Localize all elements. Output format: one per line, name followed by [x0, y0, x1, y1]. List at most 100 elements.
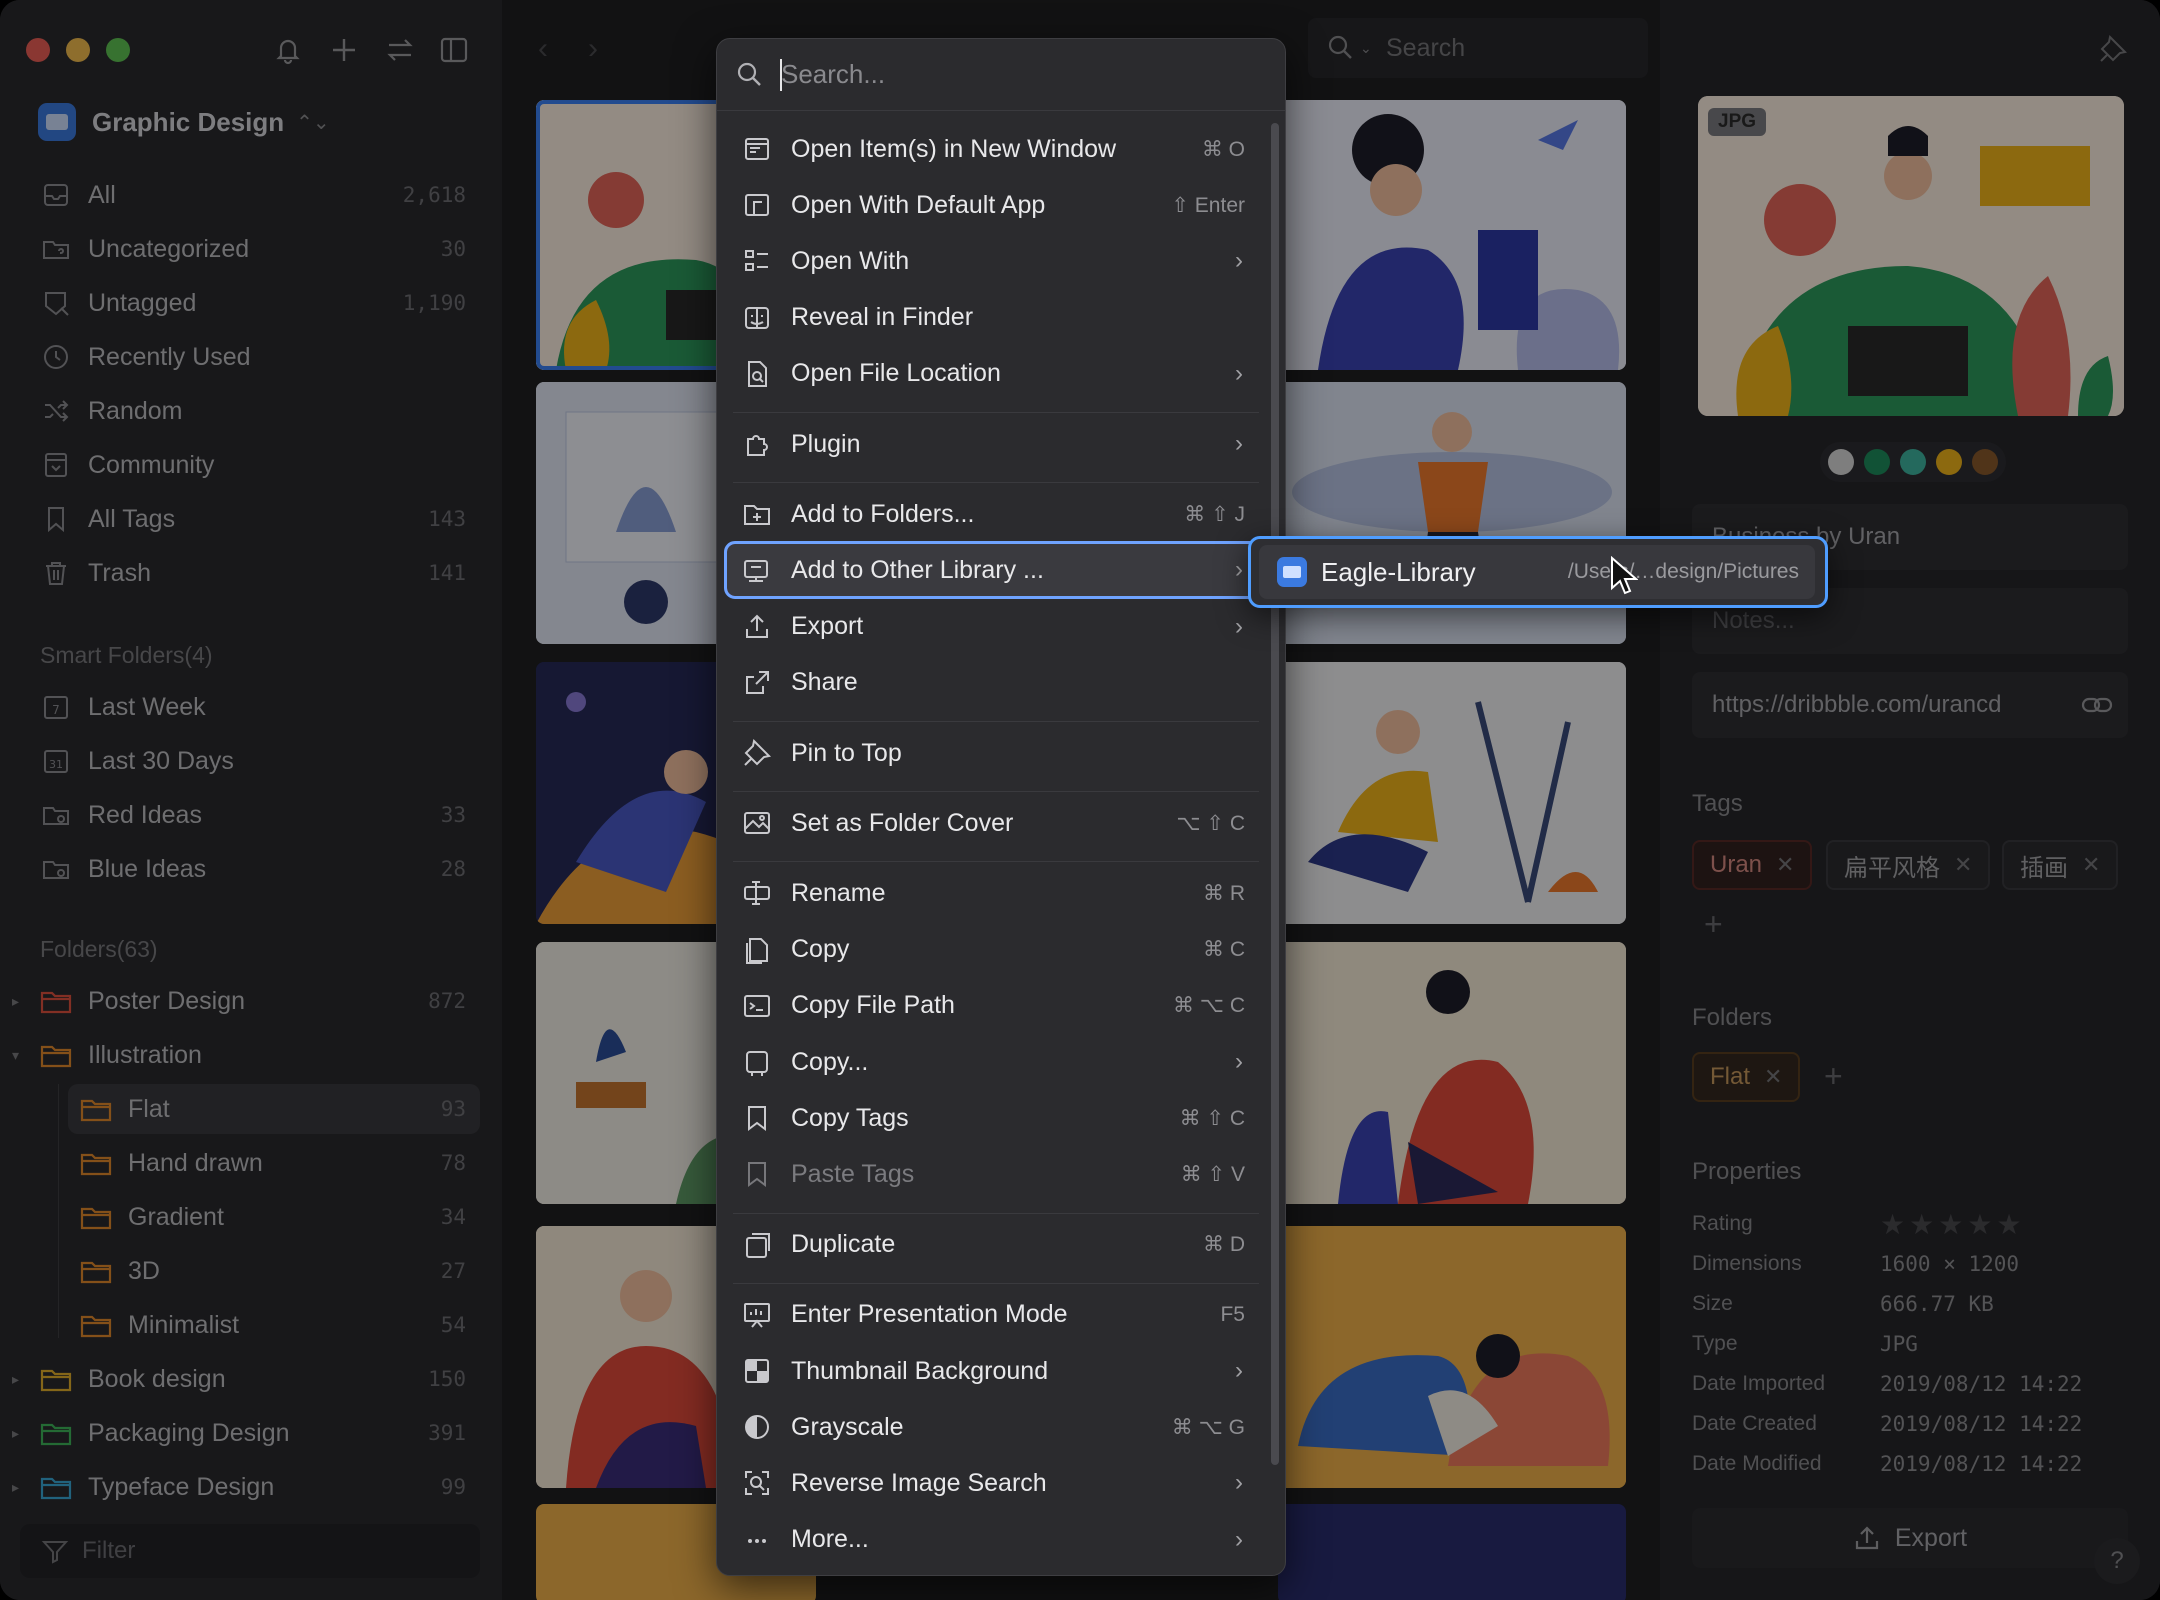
menu-item-rename[interactable]: Rename ⌘ R — [727, 867, 1261, 919]
menu-item-shortcut: ⌘ ⌥ G — [1171, 1415, 1245, 1439]
menu-item-shortcut: ⌘ O — [1201, 137, 1245, 161]
library-add-icon — [741, 554, 773, 586]
menu-separator — [733, 721, 1259, 722]
menu-item-reverse-image-search[interactable]: Reverse Image Search › — [727, 1457, 1261, 1509]
image-cover-icon — [741, 807, 773, 839]
submenu-item-eagle-library[interactable]: Eagle-Library /Users/…design/Pictures — [1259, 545, 1815, 599]
menu-item-shortcut: ⌘ ⌥ C — [1172, 994, 1245, 1018]
menu-item-label: Pin to Top — [791, 738, 902, 767]
finder-icon — [741, 302, 773, 334]
menu-item-label: Rename — [791, 878, 886, 907]
menu-item-label: Paste Tags — [791, 1159, 915, 1188]
menu-item-pin-to-top[interactable]: Pin to Top — [727, 727, 1261, 779]
menu-item-label: Duplicate — [791, 1230, 896, 1259]
menu-item-set-as-folder-cover[interactable]: Set as Folder Cover ⌥ ⇧ C — [727, 797, 1261, 849]
copy-more-icon — [741, 1046, 773, 1078]
menu-item-shortcut: ⌘ R — [1203, 881, 1245, 905]
menu-item-open-with-default-app[interactable]: Open With Default App ⇧ Enter — [727, 179, 1261, 231]
menu-item-duplicate[interactable]: Duplicate ⌘ D — [727, 1219, 1261, 1271]
pin-icon — [741, 737, 773, 769]
window-icon — [741, 133, 773, 165]
menu-item-label: Copy — [791, 935, 850, 964]
chevron-right-icon: › — [1235, 1525, 1243, 1553]
chevron-right-icon: › — [1235, 556, 1243, 584]
context-menu-search[interactable]: Search... — [717, 39, 1285, 111]
open-app-icon — [741, 189, 773, 221]
menu-item-shortcut: ⌘ ⇧ J — [1184, 502, 1245, 526]
menu-item-shortcut: ⇧ Enter — [1171, 193, 1245, 217]
menu-item-label: More... — [791, 1525, 869, 1554]
app-window: Graphic Design ⌃⌄ All 2,618 Uncategorize… — [0, 0, 2160, 1600]
export-icon — [741, 611, 773, 643]
menu-separator — [733, 412, 1259, 413]
menu-item-add-to-other-library[interactable]: Add to Other Library ... › — [724, 541, 1264, 600]
menu-item-share[interactable]: Share — [727, 657, 1261, 709]
menu-separator — [733, 1282, 1259, 1284]
menu-item-more[interactable]: More... › — [727, 1514, 1261, 1566]
chevron-right-icon: › — [1235, 1357, 1243, 1384]
other-library-submenu: Eagle-Library /Users/…design/Pictures — [1248, 536, 1828, 608]
menu-item-label: Grayscale — [791, 1412, 904, 1441]
menu-item-open-with[interactable]: Open With › — [727, 235, 1261, 287]
menu-item-open-item-s-in-new-window[interactable]: Open Item(s) in New Window ⌘ O — [727, 123, 1261, 175]
menu-item-label: Copy... — [791, 1047, 869, 1076]
copy-icon — [741, 934, 773, 966]
menu-item-copy[interactable]: Copy... › — [727, 1036, 1261, 1088]
folder-add-icon — [741, 498, 773, 530]
file-search-icon — [741, 358, 773, 390]
menu-item-shortcut: ⌘ D — [1203, 1233, 1245, 1257]
submenu-library-name: Eagle-Library — [1321, 556, 1476, 587]
menu-item-label: Reverse Image Search — [791, 1468, 1047, 1497]
menu-item-label: Enter Presentation Mode — [791, 1300, 1068, 1329]
menu-item-label: Reveal in Finder — [791, 303, 974, 332]
menu-item-export[interactable]: Export › — [727, 601, 1261, 653]
menu-item-label: Add to Other Library ... — [791, 555, 1044, 584]
menu-item-label: Export — [791, 612, 864, 641]
tag-paste-icon — [741, 1158, 773, 1190]
terminal-icon — [741, 990, 773, 1022]
menu-item-label: Open File Location — [791, 359, 1001, 388]
menu-item-shortcut: ⌘ C — [1203, 938, 1245, 962]
library-icon — [1277, 557, 1307, 587]
menu-item-copy-file-path[interactable]: Copy File Path ⌘ ⌥ C — [727, 980, 1261, 1032]
menu-item-label: Open Item(s) in New Window — [791, 134, 1117, 163]
menu-separator — [733, 861, 1259, 863]
rename-icon — [741, 877, 773, 909]
context-menu-scrollbar[interactable] — [1271, 123, 1279, 1465]
menu-item-copy-tags[interactable]: Copy Tags ⌘ ⇧ C — [727, 1092, 1261, 1144]
context-search-placeholder: Search... — [781, 59, 886, 89]
share-icon — [741, 667, 773, 699]
menu-item-open-file-location[interactable]: Open File Location › — [727, 348, 1261, 400]
puzzle-icon — [741, 428, 773, 460]
menu-item-reveal-in-finder[interactable]: Reveal in Finder — [727, 292, 1261, 344]
menu-item-thumbnail-background[interactable]: Thumbnail Background › — [727, 1345, 1261, 1397]
duplicate-icon — [741, 1229, 773, 1261]
menu-item-label: Copy Tags — [791, 1103, 909, 1132]
menu-item-label: Set as Folder Cover — [791, 808, 1014, 837]
menu-item-shortcut: ⌘ ⇧ V — [1180, 1162, 1245, 1186]
chevron-right-icon: › — [1235, 430, 1243, 457]
mouse-cursor-icon — [1611, 556, 1638, 595]
chevron-right-icon: › — [1235, 1048, 1243, 1075]
chevron-right-icon: › — [1235, 1469, 1243, 1497]
menu-item-copy[interactable]: Copy ⌘ C — [727, 924, 1261, 976]
checker-icon — [741, 1355, 773, 1387]
menu-item-label: Plugin — [791, 429, 861, 458]
menu-item-label: Share — [791, 668, 858, 697]
image-search-icon — [741, 1467, 773, 1499]
menu-item-plugin[interactable]: Plugin › — [727, 418, 1261, 470]
chevron-right-icon: › — [1235, 247, 1243, 275]
menu-item-shortcut: F5 — [1220, 1302, 1245, 1326]
menu-item-label: Open With Default App — [791, 190, 1046, 219]
chevron-right-icon: › — [1235, 612, 1243, 640]
chevron-right-icon: › — [1235, 359, 1243, 387]
tag-copy-icon — [741, 1102, 773, 1134]
menu-item-add-to-folders[interactable]: Add to Folders... ⌘ ⇧ J — [727, 488, 1261, 540]
grayscale-icon — [741, 1411, 773, 1443]
menu-item-label: Copy File Path — [791, 991, 955, 1020]
menu-separator — [733, 482, 1259, 484]
menu-item-grayscale[interactable]: Grayscale ⌘ ⌥ G — [727, 1401, 1261, 1453]
grid-list-icon — [741, 245, 773, 277]
menu-item-label: Add to Folders... — [791, 499, 975, 528]
menu-item-enter-presentation-mode[interactable]: Enter Presentation Mode F5 — [727, 1289, 1261, 1341]
